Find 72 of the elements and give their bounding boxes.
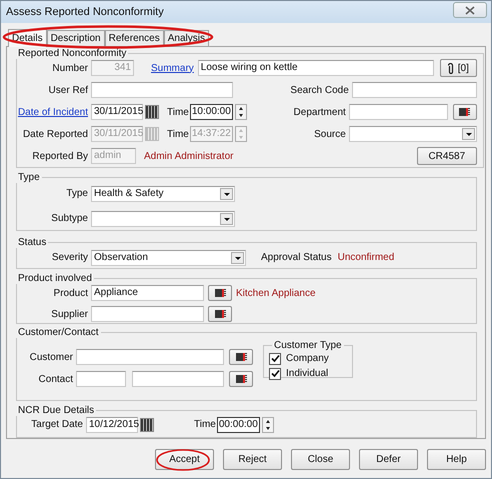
search-code-field[interactable] bbox=[352, 82, 477, 98]
date-field[interactable]: 10/12/2015 bbox=[86, 416, 138, 433]
product-field[interactable]: Appliance bbox=[91, 285, 204, 302]
close-button[interactable] bbox=[453, 2, 487, 18]
picker-button[interactable] bbox=[208, 285, 232, 302]
field-label: Time bbox=[167, 128, 189, 140]
field-label: Date Reported bbox=[22, 128, 88, 140]
product-description: Kitchen Appliance bbox=[236, 288, 316, 299]
picker-button[interactable] bbox=[452, 104, 477, 120]
subtype-dropdown[interactable] bbox=[91, 210, 235, 227]
date-field[interactable]: 30/11/2015 bbox=[91, 104, 143, 120]
calendar-icon[interactable] bbox=[145, 105, 159, 119]
time-field[interactable]: 00:00:00 bbox=[216, 416, 260, 433]
checkbox-option[interactable]: Individual bbox=[269, 366, 344, 382]
department-field[interactable] bbox=[348, 104, 448, 120]
close-icon bbox=[465, 6, 475, 14]
picker-button[interactable] bbox=[229, 371, 253, 388]
dialog-button[interactable]: Defer bbox=[359, 449, 418, 470]
field-label: Customer bbox=[28, 352, 73, 363]
field-label: Type bbox=[65, 188, 88, 200]
field-label: Target Date bbox=[30, 419, 83, 430]
customer-field[interactable] bbox=[76, 349, 224, 366]
tab[interactable]: References bbox=[104, 30, 164, 46]
group-title: NCR Due Details bbox=[17, 404, 96, 416]
tab[interactable]: Description bbox=[46, 30, 105, 46]
reference-button[interactable]: CR4587 bbox=[416, 147, 477, 165]
highlight-ellipse bbox=[155, 448, 211, 472]
field-label: Reported By bbox=[31, 150, 88, 162]
time-field[interactable]: 10:00:00 bbox=[190, 104, 233, 120]
picker-button[interactable] bbox=[229, 349, 253, 366]
field-label: Number bbox=[51, 62, 88, 74]
severity-dropdown[interactable]: Observation bbox=[91, 250, 246, 266]
date-of-incident-link[interactable]: Date of Incident bbox=[17, 106, 88, 118]
type-dropdown[interactable]: Health & Safety bbox=[91, 186, 235, 202]
field-label: Severity bbox=[50, 252, 88, 264]
reporter-name: Admin Administrator bbox=[144, 150, 234, 162]
dialog-button[interactable]: Help bbox=[427, 449, 486, 470]
calendar-icon[interactable] bbox=[140, 418, 154, 432]
field-label: Source bbox=[314, 128, 346, 140]
summary-field[interactable]: Loose wiring on kettle bbox=[198, 60, 434, 76]
field-label: Time bbox=[167, 106, 189, 118]
group-title: Product involved bbox=[17, 273, 93, 284]
contact-field[interactable] bbox=[132, 371, 224, 388]
dialog-button[interactable]: Reject bbox=[223, 449, 282, 470]
spinner-icon[interactable] bbox=[262, 416, 274, 433]
source-dropdown[interactable] bbox=[348, 126, 477, 142]
contact-field[interactable] bbox=[76, 371, 126, 388]
checkbox-option[interactable]: Company bbox=[269, 351, 344, 366]
picker-button[interactable] bbox=[208, 306, 232, 322]
group-title: Type bbox=[17, 172, 41, 183]
spinner-icon[interactable] bbox=[234, 104, 247, 120]
group-title: Reported Nonconformity bbox=[17, 48, 128, 59]
supplier-field[interactable] bbox=[91, 306, 204, 322]
field-label: User Ref bbox=[48, 84, 88, 96]
paperclip-icon bbox=[448, 62, 454, 74]
approval-status: Unconfirmed bbox=[338, 252, 394, 264]
field-label: Supplier bbox=[50, 308, 88, 320]
field-label: Approval Status bbox=[261, 252, 332, 264]
field-label: Product bbox=[52, 288, 88, 299]
group-title: Status bbox=[17, 236, 48, 248]
field-label: Search Code bbox=[290, 84, 349, 96]
field-label: Contact bbox=[38, 374, 73, 385]
field-label: Time bbox=[194, 419, 216, 430]
field-label: Department bbox=[294, 106, 346, 118]
window-title: Assess Reported Nonconformity bbox=[6, 6, 164, 18]
summary-link[interactable]: Summary bbox=[151, 62, 194, 74]
group-title: Customer Type bbox=[273, 340, 343, 352]
group-title: Customer/Contact bbox=[17, 327, 100, 338]
field-label: Subtype bbox=[50, 213, 88, 224]
user-ref-field[interactable] bbox=[91, 82, 233, 98]
attachment-button[interactable]: [0] bbox=[440, 59, 477, 77]
dialog-button[interactable]: Close bbox=[291, 449, 350, 470]
